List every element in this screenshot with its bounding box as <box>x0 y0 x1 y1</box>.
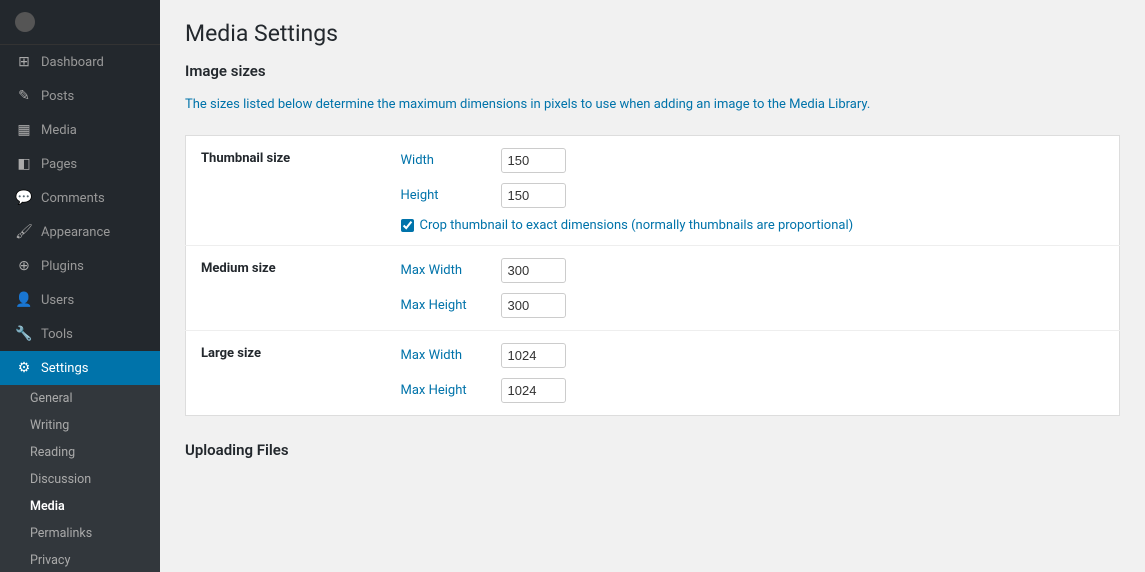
thumbnail-width-input[interactable] <box>501 148 566 173</box>
medium-row: Medium size Max Width Max Height <box>186 245 1120 330</box>
users-icon: 👤 <box>15 292 33 308</box>
main-content: Media Settings Image sizes The sizes lis… <box>160 0 1145 572</box>
thumbnail-label: Thumbnail size <box>186 135 386 245</box>
sidebar: ⊞ Dashboard ✎ Posts ▦ Media ◧ Pages 💬 Co… <box>0 0 160 572</box>
crop-label: Crop thumbnail to exact dimensions (norm… <box>420 218 854 233</box>
sidebar-item-label: Users <box>41 293 74 308</box>
medium-label: Medium size <box>186 245 386 330</box>
thumbnail-row: Thumbnail size Width Height Crop thumbna… <box>186 135 1120 245</box>
settings-table: Thumbnail size Width Height Crop thumbna… <box>185 135 1120 416</box>
medium-width-row: Max Width <box>401 258 1105 283</box>
sidebar-item-label: Plugins <box>41 259 84 274</box>
thumbnail-fields: Width Height Crop thumbnail to exact dim… <box>386 135 1120 245</box>
thumbnail-width-label: Width <box>401 153 491 168</box>
sidebar-item-label: Pages <box>41 157 77 172</box>
medium-width-label: Max Width <box>401 263 491 278</box>
site-logo <box>0 0 160 45</box>
large-label: Large size <box>186 330 386 415</box>
thumbnail-height-input[interactable] <box>501 183 566 208</box>
sidebar-item-posts[interactable]: ✎ Posts <box>0 79 160 113</box>
submenu-permalinks[interactable]: Permalinks <box>0 520 160 547</box>
medium-fields: Max Width Max Height <box>386 245 1120 330</box>
sidebar-item-label: Media <box>41 123 77 138</box>
settings-submenu: General Writing Reading Discussion Media… <box>0 385 160 572</box>
media-icon: ▦ <box>15 122 33 138</box>
medium-height-row: Max Height <box>401 293 1105 318</box>
submenu-discussion[interactable]: Discussion <box>0 466 160 493</box>
image-sizes-section: Image sizes The sizes listed below deter… <box>185 62 1120 416</box>
submenu-privacy[interactable]: Privacy <box>0 547 160 572</box>
large-row: Large size Max Width Max Height <box>186 330 1120 415</box>
large-height-label: Max Height <box>401 383 491 398</box>
submenu-general[interactable]: General <box>0 385 160 412</box>
crop-checkbox-row: Crop thumbnail to exact dimensions (norm… <box>401 218 1105 233</box>
submenu-reading[interactable]: Reading <box>0 439 160 466</box>
settings-icon: ⚙ <box>15 360 33 376</box>
image-sizes-title: Image sizes <box>185 62 1120 85</box>
large-width-input[interactable] <box>501 343 566 368</box>
large-height-input[interactable] <box>501 378 566 403</box>
sidebar-item-users[interactable]: 👤 Users <box>0 283 160 317</box>
sidebar-item-tools[interactable]: 🔧 Tools <box>0 317 160 351</box>
medium-height-input[interactable] <box>501 293 566 318</box>
medium-width-input[interactable] <box>501 258 566 283</box>
posts-icon: ✎ <box>15 88 33 104</box>
large-fields: Max Width Max Height <box>386 330 1120 415</box>
page-title: Media Settings <box>185 20 1120 47</box>
logo-icon <box>15 12 35 32</box>
comments-icon: 💬 <box>15 190 33 206</box>
tools-icon: 🔧 <box>15 326 33 342</box>
uploading-title: Uploading Files <box>185 441 1120 464</box>
sidebar-item-label: Appearance <box>41 225 110 240</box>
sidebar-item-plugins[interactable]: ⊕ Plugins <box>0 249 160 283</box>
large-width-row: Max Width <box>401 343 1105 368</box>
sidebar-item-label: Dashboard <box>41 55 104 70</box>
sidebar-item-media[interactable]: ▦ Media <box>0 113 160 147</box>
thumbnail-height-row: Height <box>401 183 1105 208</box>
submenu-writing[interactable]: Writing <box>0 412 160 439</box>
thumbnail-height-label: Height <box>401 188 491 203</box>
large-width-label: Max Width <box>401 348 491 363</box>
image-sizes-info: The sizes listed below determine the max… <box>185 95 1120 115</box>
sidebar-item-dashboard[interactable]: ⊞ Dashboard <box>0 45 160 79</box>
submenu-media[interactable]: Media <box>0 493 160 520</box>
sidebar-item-comments[interactable]: 💬 Comments <box>0 181 160 215</box>
thumbnail-width-row: Width <box>401 148 1105 173</box>
sidebar-item-label: Posts <box>41 89 74 104</box>
large-height-row: Max Height <box>401 378 1105 403</box>
uploading-section: Uploading Files <box>185 441 1120 464</box>
dashboard-icon: ⊞ <box>15 54 33 70</box>
crop-checkbox[interactable] <box>401 219 414 232</box>
sidebar-item-appearance[interactable]: 🖌 Appearance <box>0 215 160 249</box>
sidebar-item-settings[interactable]: ⚙ Settings <box>0 351 160 385</box>
sidebar-item-label: Tools <box>41 327 73 342</box>
sidebar-item-pages[interactable]: ◧ Pages <box>0 147 160 181</box>
medium-height-label: Max Height <box>401 298 491 313</box>
sidebar-item-label: Settings <box>41 361 88 376</box>
plugins-icon: ⊕ <box>15 258 33 274</box>
appearance-icon: 🖌 <box>15 224 33 240</box>
pages-icon: ◧ <box>15 156 33 172</box>
sidebar-item-label: Comments <box>41 191 105 206</box>
